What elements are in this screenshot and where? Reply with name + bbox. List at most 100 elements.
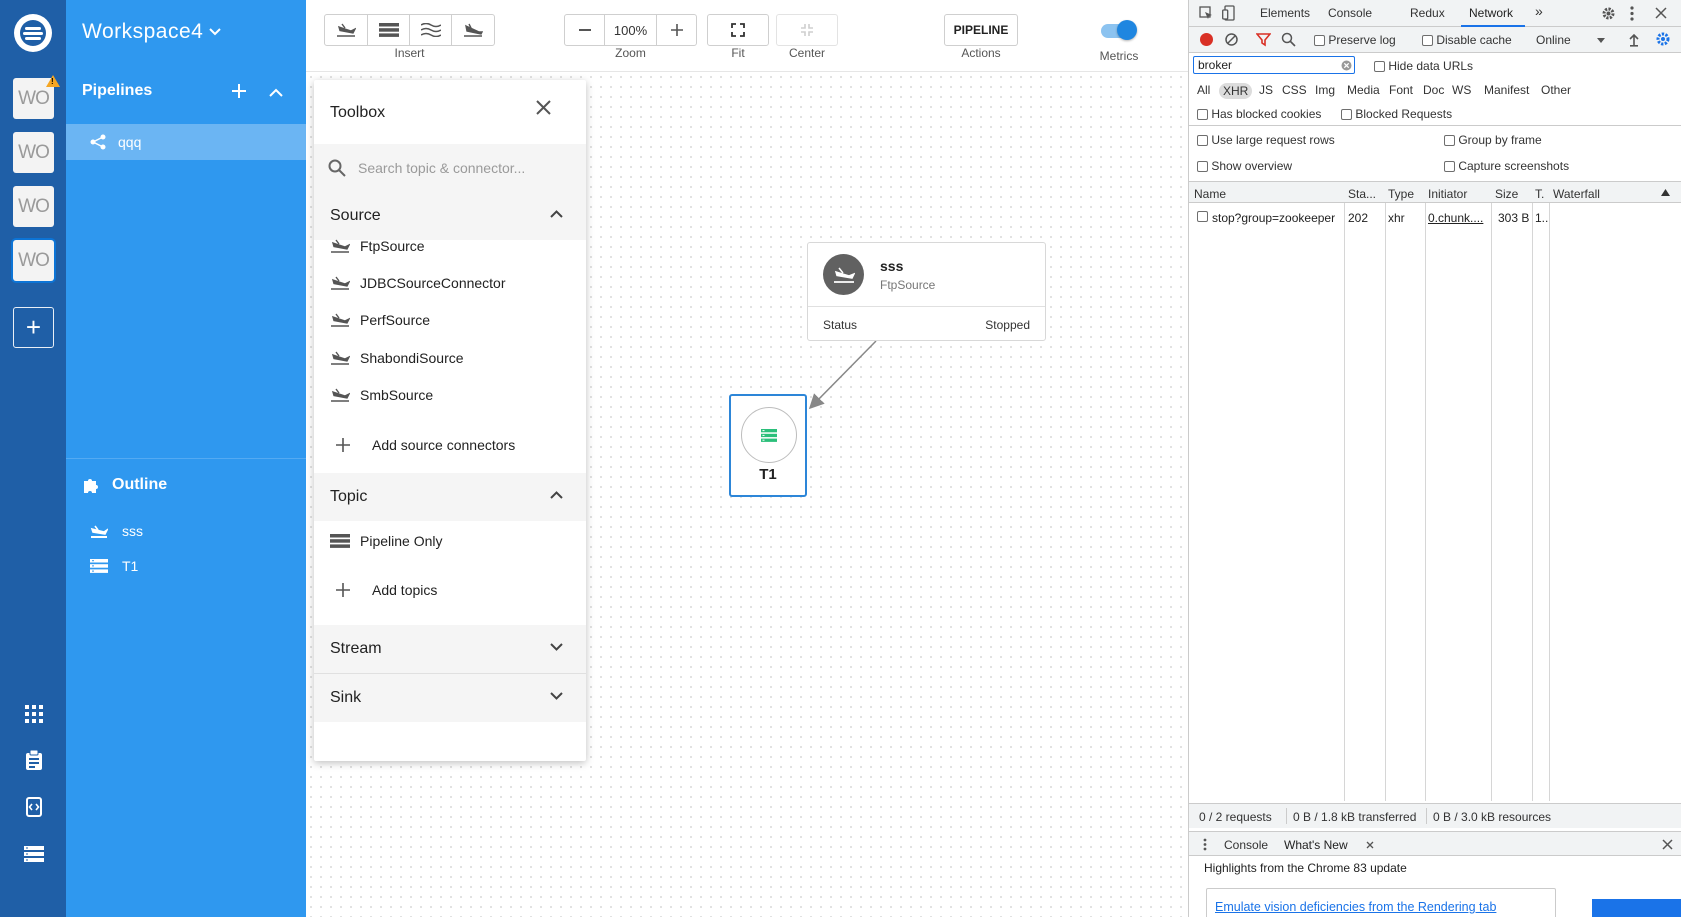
drawer-tab-whats-new[interactable]: What's New bbox=[1284, 838, 1348, 852]
inspect-element-icon[interactable] bbox=[1199, 6, 1213, 20]
column-waterfall[interactable]: Waterfall bbox=[1553, 187, 1600, 201]
grid-column-divider bbox=[1425, 181, 1426, 801]
type-filter-other[interactable]: Other bbox=[1541, 83, 1571, 97]
column-time[interactable]: T. bbox=[1535, 187, 1544, 201]
tab-console[interactable]: Console bbox=[1328, 6, 1372, 20]
filter-icon[interactable] bbox=[1256, 32, 1271, 47]
settings-divider bbox=[1189, 125, 1681, 126]
show-overview-checkbox[interactable]: Show overview bbox=[1197, 159, 1292, 173]
topic-icon bbox=[330, 534, 350, 548]
source-section-header[interactable]: Source bbox=[314, 192, 586, 240]
disable-cache-label: Disable cache bbox=[1436, 33, 1512, 47]
add-topics-button[interactable]: Add topics bbox=[336, 582, 437, 598]
request-row-file-icon bbox=[1197, 211, 1208, 222]
type-filter-img[interactable]: Img bbox=[1315, 83, 1335, 97]
import-har-icon[interactable] bbox=[1629, 32, 1639, 47]
search-icon[interactable] bbox=[1281, 32, 1296, 47]
type-filter-ws[interactable]: WS bbox=[1452, 83, 1471, 97]
connector-node-sss[interactable]: sss FtpSource Status Stopped bbox=[807, 242, 1046, 341]
disable-cache-checkbox[interactable]: Disable cache bbox=[1422, 33, 1512, 47]
clear-icon[interactable] bbox=[1224, 32, 1239, 47]
toolbox-search-input[interactable] bbox=[358, 160, 558, 176]
drawer-tab-console[interactable]: Console bbox=[1224, 838, 1268, 852]
add-topics-label: Add topics bbox=[372, 582, 438, 598]
type-filter-all[interactable]: All bbox=[1197, 83, 1210, 97]
close-toolbox-button[interactable] bbox=[536, 100, 551, 120]
request-initiator-link[interactable]: 0.chunk.... bbox=[1428, 211, 1483, 225]
source-icon bbox=[331, 351, 350, 365]
show-overview-label: Show overview bbox=[1211, 159, 1293, 173]
whats-new-link[interactable]: Emulate vision deficiencies from the Ren… bbox=[1215, 900, 1496, 914]
capture-screenshots-checkbox[interactable]: Capture screenshots bbox=[1444, 159, 1569, 173]
toolbox-item-shabondisource[interactable]: ShabondiSource bbox=[330, 350, 464, 366]
connector-kind: FtpSource bbox=[880, 278, 936, 292]
group-by-frame-label: Group by frame bbox=[1458, 133, 1542, 147]
request-time: 1.. bbox=[1535, 211, 1549, 225]
stream-section-title: Stream bbox=[330, 640, 382, 657]
topic-name: T1 bbox=[759, 466, 777, 483]
topic-icon bbox=[761, 428, 777, 442]
tab-redux[interactable]: Redux bbox=[1410, 6, 1445, 20]
preserve-log-label: Preserve log bbox=[1328, 33, 1396, 47]
preserve-log-checkbox[interactable]: Preserve log bbox=[1314, 33, 1396, 47]
whats-new-card[interactable]: Emulate vision deficiencies from the Ren… bbox=[1206, 888, 1556, 917]
whats-new-action-button[interactable] bbox=[1592, 899, 1681, 917]
hide-data-urls-checkbox[interactable]: Hide data URLs bbox=[1374, 59, 1473, 73]
toolbox-item-jdbcsourceconnector[interactable]: JDBCSourceConnector bbox=[330, 275, 506, 291]
group-by-frame-checkbox[interactable]: Group by frame bbox=[1444, 133, 1542, 147]
toolbox-item-smbsource[interactable]: SmbSource bbox=[330, 387, 433, 403]
type-filter-doc[interactable]: Doc bbox=[1423, 83, 1444, 97]
close-drawer-icon[interactable] bbox=[1662, 839, 1673, 850]
request-status: 202 bbox=[1348, 211, 1369, 225]
column-initiator[interactable]: Initiator bbox=[1428, 187, 1467, 201]
tab-network[interactable]: Network bbox=[1469, 6, 1513, 20]
settings-gear-icon[interactable] bbox=[1601, 6, 1616, 21]
network-settings-gear-icon[interactable] bbox=[1655, 31, 1671, 47]
toolbox-title: Toolbox bbox=[330, 104, 386, 121]
request-grid-header: Name Sta... Type Initiator Size T. Water… bbox=[1189, 181, 1681, 203]
toolbox-item-pipeline-only[interactable]: Pipeline Only bbox=[330, 533, 443, 549]
stream-section-header[interactable]: Stream bbox=[314, 625, 586, 673]
toolbox-item-ftpsource[interactable]: FtpSource bbox=[330, 238, 425, 254]
column-status[interactable]: Sta... bbox=[1348, 187, 1376, 201]
type-filter-css[interactable]: CSS bbox=[1282, 83, 1307, 97]
tab-elements[interactable]: Elements bbox=[1260, 6, 1310, 20]
app-root: WO ! WO WO WO + Workspace4 Pipelines qqq… bbox=[0, 0, 1681, 917]
column-size[interactable]: Size bbox=[1495, 187, 1518, 201]
sink-section-header[interactable]: Sink bbox=[314, 674, 586, 722]
toolbox-item-label: SmbSource bbox=[360, 387, 434, 403]
throttling-select[interactable]: Online bbox=[1536, 33, 1571, 47]
grid-column-divider bbox=[1532, 181, 1533, 801]
source-icon bbox=[331, 276, 350, 290]
column-type[interactable]: Type bbox=[1388, 187, 1414, 201]
type-filter-js[interactable]: JS bbox=[1259, 83, 1273, 97]
add-source-connectors-button[interactable]: Add source connectors bbox=[336, 437, 515, 453]
device-toolbar-icon[interactable] bbox=[1222, 5, 1236, 21]
throttle-value: Online bbox=[1536, 33, 1571, 47]
clear-filter-icon[interactable] bbox=[1341, 60, 1352, 71]
blocked-cookies-checkbox[interactable]: Has blocked cookies bbox=[1197, 107, 1321, 121]
drawer-menu-icon[interactable] bbox=[1203, 838, 1207, 851]
column-name[interactable]: Name bbox=[1194, 187, 1226, 201]
close-tab-icon[interactable] bbox=[1366, 841, 1374, 849]
grid-column-divider bbox=[1491, 181, 1492, 801]
blocked-requests-checkbox[interactable]: Blocked Requests bbox=[1341, 107, 1452, 121]
request-name: stop?group=zookeeper bbox=[1212, 211, 1336, 225]
type-filter-media[interactable]: Media bbox=[1347, 83, 1380, 97]
toolbox-item-perfsource[interactable]: PerfSource bbox=[330, 312, 430, 328]
type-filter-xhr[interactable]: XHR bbox=[1219, 83, 1253, 99]
large-rows-checkbox[interactable]: Use large request rows bbox=[1197, 133, 1335, 147]
more-tabs-button[interactable]: » bbox=[1535, 3, 1543, 19]
topic-node-t1[interactable]: T1 bbox=[729, 394, 807, 497]
filter-value: broker bbox=[1198, 58, 1233, 72]
network-filter-input[interactable]: broker bbox=[1193, 56, 1355, 74]
connector-name: sss bbox=[880, 258, 904, 274]
kebab-menu-icon[interactable] bbox=[1630, 6, 1634, 21]
request-type: xhr bbox=[1388, 211, 1405, 225]
type-filter-font[interactable]: Font bbox=[1389, 83, 1413, 97]
topic-section-header[interactable]: Topic bbox=[314, 473, 586, 521]
type-filter-manifest[interactable]: Manifest bbox=[1484, 83, 1529, 97]
close-devtools-icon[interactable] bbox=[1655, 7, 1667, 19]
record-icon[interactable] bbox=[1199, 32, 1214, 47]
status-divider bbox=[1426, 808, 1427, 824]
